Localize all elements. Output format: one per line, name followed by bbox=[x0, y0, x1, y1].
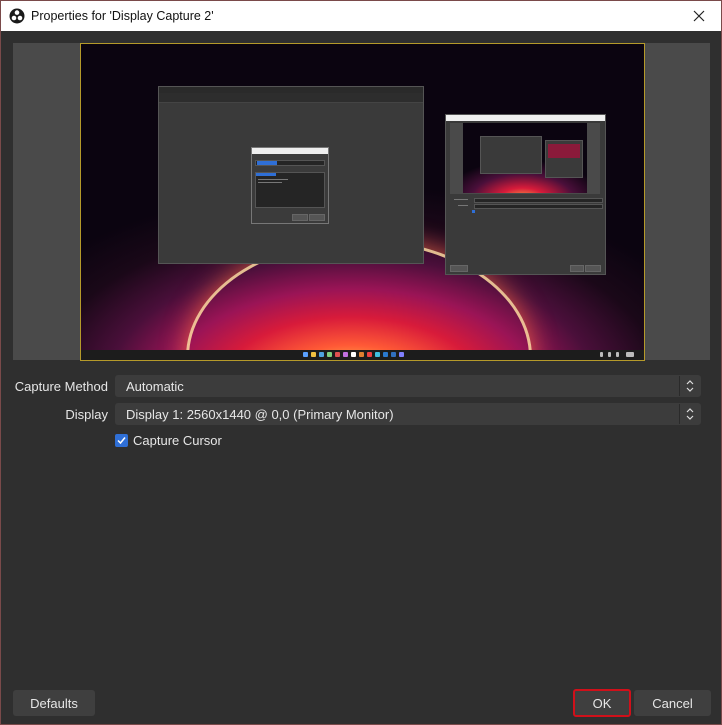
capture-cursor-checkbox[interactable] bbox=[115, 434, 128, 447]
title-bar: Properties for 'Display Capture 2' bbox=[1, 1, 721, 31]
display-value: Display 1: 2560x1440 @ 0,0 (Primary Moni… bbox=[126, 407, 394, 422]
close-icon bbox=[693, 10, 705, 22]
captured-properties-window bbox=[445, 114, 606, 275]
cancel-button[interactable]: Cancel bbox=[634, 690, 711, 716]
updown-chevron-icon bbox=[679, 404, 700, 424]
properties-dialog: Properties for 'Display Capture 2' Captu… bbox=[0, 0, 722, 725]
obs-logo-icon bbox=[9, 8, 25, 24]
capture-method-label: Capture Method bbox=[14, 379, 108, 394]
captured-dialog bbox=[251, 147, 329, 224]
display-select[interactable]: Display 1: 2560x1440 @ 0,0 (Primary Moni… bbox=[115, 403, 701, 425]
updown-chevron-icon bbox=[679, 376, 700, 396]
defaults-button[interactable]: Defaults bbox=[13, 690, 95, 716]
capture-method-select[interactable]: Automatic bbox=[115, 375, 701, 397]
captured-desktop-image bbox=[80, 43, 645, 361]
checkmark-icon bbox=[117, 437, 126, 445]
captured-obs-window bbox=[158, 86, 424, 264]
ok-button[interactable]: OK bbox=[573, 689, 631, 717]
source-preview bbox=[13, 43, 710, 361]
display-label: Display bbox=[65, 407, 108, 422]
window-title: Properties for 'Display Capture 2' bbox=[31, 9, 214, 23]
capture-method-value: Automatic bbox=[126, 379, 184, 394]
capture-cursor-label[interactable]: Capture Cursor bbox=[133, 433, 222, 448]
close-button[interactable] bbox=[677, 1, 721, 31]
captured-taskbar bbox=[81, 350, 644, 360]
